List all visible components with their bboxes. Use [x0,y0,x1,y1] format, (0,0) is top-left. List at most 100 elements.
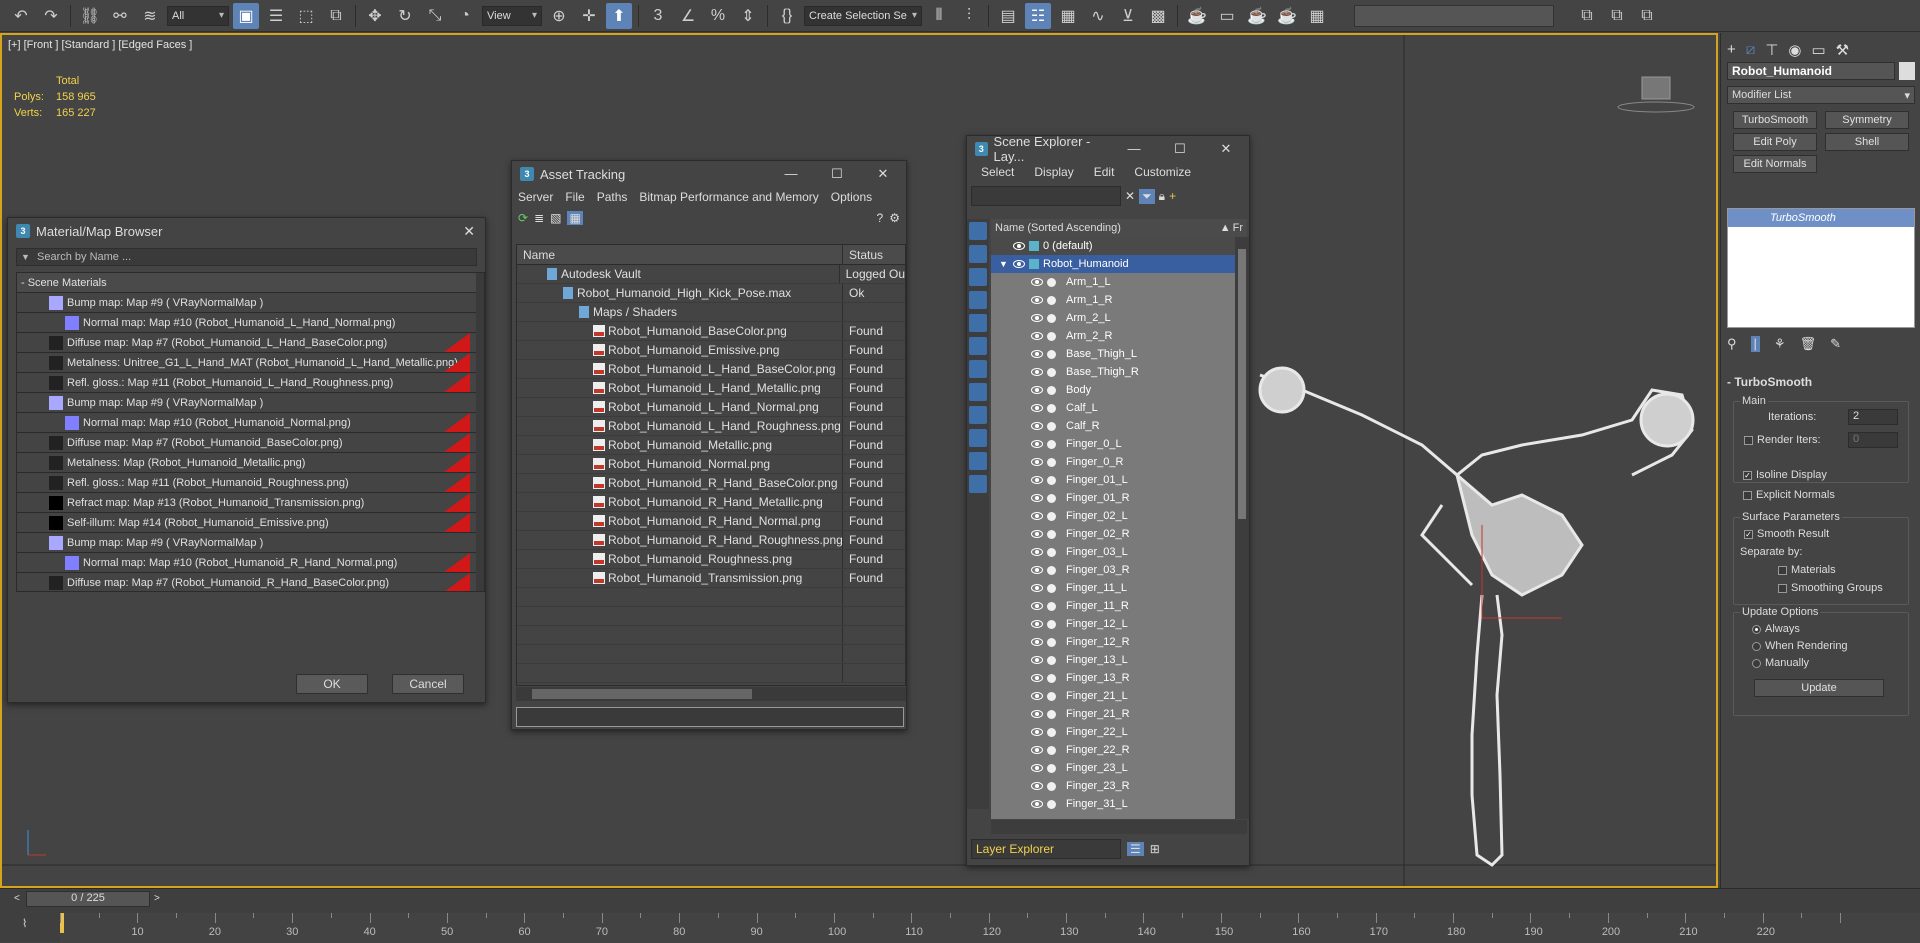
object-dot-icon[interactable] [1047,565,1056,575]
material-row[interactable]: Normal map: Map #10 (Robot_Humanoid_Norm… [17,413,484,433]
asset-row[interactable]: Robot_Humanoid_Normal.png Found [517,455,905,474]
object-color-swatch[interactable] [1899,62,1915,80]
menu-item-bitmap-performance-and-memory[interactable]: Bitmap Performance and Memory [639,190,818,204]
visibility-eye-icon[interactable] [1013,242,1025,250]
menu-item-customize[interactable]: Customize [1134,165,1191,179]
filter-icon[interactable]: ⏷ [1139,188,1155,204]
pivot-center-icon[interactable]: ⊕ [546,3,572,29]
update-button[interactable]: Update [1754,679,1884,697]
redo-icon[interactable]: ↷ [38,3,64,29]
window-maximize-icon[interactable]: ⧉ [1634,3,1660,29]
material-row[interactable]: Normal map: Map #10 (Robot_Humanoid_R_Ha… [17,553,484,573]
material-row[interactable]: Refl. gloss.: Map #11 (Robot_Humanoid_L_… [17,373,484,393]
object-dot-icon[interactable] [1047,295,1056,305]
maximize-icon[interactable]: ☐ [814,166,860,182]
object-dot-icon[interactable] [1047,745,1056,755]
layer-row[interactable]: 0 (default) [991,237,1236,255]
material-browser-titlebar[interactable]: 3 Material/Map Browser ✕ [8,218,485,244]
curve-editor-mini-icon[interactable]: ⌇ [22,917,27,930]
rotate-icon[interactable]: ↻ [392,3,418,29]
curve-editor-icon[interactable]: ∿ [1085,3,1111,29]
shapes-filter-icon[interactable] [969,245,987,263]
selection-filter-select[interactable]: All [167,5,229,26]
display-tab-icon[interactable]: ▭ [1811,41,1825,59]
bind-spacewarp-icon[interactable]: ≋ [137,3,163,29]
scene-materials-group-header[interactable]: - Scene Materials [17,273,484,293]
helpers-filter-icon[interactable] [969,314,987,332]
render-iters-checkbox[interactable] [1744,435,1753,445]
symmetry-button[interactable]: Symmetry [1825,111,1909,129]
visibility-eye-icon[interactable] [1031,674,1043,682]
object-dot-icon[interactable] [1047,277,1056,287]
visibility-eye-icon[interactable] [1031,368,1043,376]
render-iters-row[interactable]: Render Iters: [1744,434,1821,446]
edit-named-selection-icon[interactable]: {} [774,3,800,29]
layer-row[interactable]: ▼ Robot_Humanoid [991,255,1236,273]
visibility-eye-icon[interactable] [1031,476,1043,484]
configure-sets-icon[interactable]: ✎ [1830,336,1841,352]
scene-column-header[interactable]: Name (Sorted Ascending) ▲ Fr [991,219,1247,237]
lock-icon[interactable]: 🔒︎ [1159,189,1165,204]
align-icon[interactable]: ⫶ [956,3,982,29]
material-row[interactable]: Metalness: Unitree_G1_L_Hand_MAT (Robot_… [17,353,484,373]
cancel-button[interactable]: Cancel [392,674,464,694]
object-dot-icon[interactable] [1047,511,1056,521]
object-row[interactable]: Finger_11_L [991,579,1236,597]
material-row[interactable]: Refract map: Map #13 (Robot_Humanoid_Tra… [17,493,484,513]
manually-radio[interactable] [1752,658,1761,668]
chevron-down-icon[interactable]: ▼ [21,252,30,262]
visibility-eye-icon[interactable] [1031,458,1043,466]
visibility-eye-icon[interactable] [1031,404,1043,412]
menu-item-server[interactable]: Server [518,190,553,204]
turbosmooth-button[interactable]: TurboSmooth [1733,111,1817,129]
modifier-stack[interactable]: TurboSmooth [1727,208,1915,328]
material-row[interactable]: Self-illum: Map #14 (Robot_Humanoid_Emis… [17,513,484,533]
smoothing-groups-checkbox[interactable] [1778,583,1787,593]
hidden-filter-icon[interactable] [969,475,987,493]
object-row[interactable]: Finger_31_L [991,795,1236,813]
object-dot-icon[interactable] [1047,439,1056,449]
render-activeshade-icon[interactable]: ☕ [1274,3,1300,29]
render-setup-icon[interactable]: ☕ [1184,3,1210,29]
object-row[interactable]: Arm_1_R [991,291,1236,309]
scene-tree[interactable]: 0 (default) ▼ Robot_Humanoid Arm_1_L Arm_1_… [991,237,1236,819]
visibility-eye-icon[interactable] [1031,746,1043,754]
angle-snap-icon[interactable]: ∠ [675,3,701,29]
unlink-icon[interactable]: ⚯ [107,3,133,29]
asset-row[interactable]: Robot_Humanoid_R_Hand_Normal.png Found [517,512,905,531]
explicit-normals-row[interactable]: Explicit Normals [1743,489,1835,501]
asset-row[interactable]: Robot_Humanoid_L_Hand_Roughness.png Found [517,417,905,436]
close-icon[interactable]: ✕ [463,223,475,240]
frozen-filter-icon[interactable] [969,452,987,470]
scene-horizontal-scrollbar[interactable] [991,820,1247,834]
visibility-eye-icon[interactable] [1031,350,1043,358]
object-row[interactable]: Finger_03_R [991,561,1236,579]
object-row[interactable]: Finger_21_L [991,687,1236,705]
visibility-eye-icon[interactable] [1031,548,1043,556]
scroll-thumb[interactable] [532,689,752,699]
add-layer-icon[interactable]: + [1169,189,1176,203]
visibility-eye-icon[interactable] [1031,440,1043,448]
scene-vertical-scrollbar[interactable] [1235,237,1249,819]
scale-icon[interactable]: ⤡ [422,3,448,29]
asset-row[interactable]: Robot_Humanoid_L_Hand_BaseColor.png Found [517,360,905,379]
object-row[interactable]: Finger_12_L [991,615,1236,633]
object-row[interactable]: Body [991,381,1236,399]
time-slider[interactable]: 0 / 225 [26,891,150,907]
lights-filter-icon[interactable] [969,268,987,286]
visibility-eye-icon[interactable] [1031,512,1043,520]
asset-row[interactable]: Robot_Humanoid_BaseColor.png Found [517,322,905,341]
move-icon[interactable]: ✥ [362,3,388,29]
isoline-display-checkbox[interactable]: ✓ [1743,470,1752,480]
material-row[interactable]: Metalness: Map (Robot_Humanoid_Metallic.… [17,453,484,473]
visibility-eye-icon[interactable] [1031,566,1043,574]
visibility-eye-icon[interactable] [1031,494,1043,502]
object-dot-icon[interactable] [1047,331,1056,341]
maximize-icon[interactable]: ☐ [1157,141,1203,157]
name-column-header[interactable]: Name [517,245,843,264]
scene-materials-list[interactable]: - Scene Materials Bump map: Map #9 ( VRa… [16,272,485,592]
asset-row[interactable]: Robot_Humanoid_R_Hand_BaseColor.png Found [517,474,905,493]
reference-coord-select[interactable]: View [482,5,542,26]
object-row[interactable]: Finger_12_R [991,633,1236,651]
named-selection-set-select[interactable]: Create Selection Se [804,5,922,26]
